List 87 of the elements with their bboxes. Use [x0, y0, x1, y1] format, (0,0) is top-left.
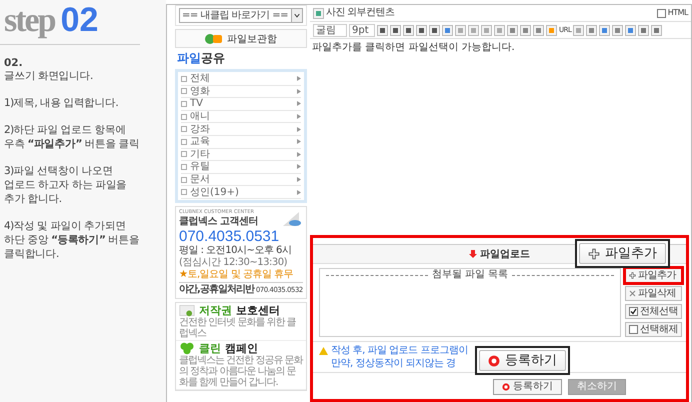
file-button[interactable]: 파일추가 — [625, 268, 682, 283]
insert-icon[interactable] — [625, 24, 636, 36]
size-select[interactable]: 9pt — [349, 24, 375, 36]
guide-text: 1)제목, 내용 입력합니다. — [4, 96, 120, 110]
warning-icon — [319, 347, 328, 355]
guide-text: 글쓰기 화면입니다. — [4, 69, 94, 83]
file-button[interactable]: 선택해제 — [625, 322, 682, 337]
file-button[interactable]: 파일삭제 — [625, 286, 682, 301]
arrow-icon — [297, 164, 301, 170]
category-item[interactable]: 성인(19+) — [181, 186, 301, 199]
caret-icon — [291, 9, 302, 22]
format-icon[interactable] — [533, 24, 544, 36]
category-item[interactable]: 애니 — [181, 110, 301, 124]
arrow-icon — [297, 190, 301, 195]
arrow-icon — [297, 177, 301, 182]
font-select[interactable]: 굴림 — [313, 24, 347, 36]
step-number: 02 — [60, 0, 98, 40]
document-icon — [179, 304, 195, 317]
storage-button[interactable]: 파일보관함 — [175, 29, 307, 48]
format-icon[interactable] — [403, 24, 414, 36]
format-icon[interactable] — [416, 24, 427, 36]
guide-text: 2)하단 파일 업로드 항목에 우측 “파일추가” 버튼을 클릭 — [4, 123, 140, 151]
category-item[interactable]: 기타 — [181, 148, 301, 162]
arrow-icon — [297, 76, 301, 82]
checkbox[interactable] — [629, 325, 638, 334]
notice-text: 작성 후, 파일 업로드 프로그램이 — [331, 344, 468, 357]
format-icon[interactable] — [442, 24, 453, 36]
checkbox[interactable] — [656, 8, 666, 18]
insert-icon[interactable] — [599, 24, 610, 36]
insert-icon[interactable] — [651, 24, 662, 36]
record-icon — [502, 383, 510, 391]
insert-icon[interactable] — [612, 24, 624, 36]
notice-text: 만약, 정상동작이 되지않는 경 — [331, 357, 457, 370]
clover-icon — [179, 342, 195, 355]
closed-days: ★토,일요일 및 공휴일 휴무 — [179, 268, 303, 281]
editor-content[interactable]: 파일추가를 클릭하면 파일선택이 가능합니다. — [310, 39, 691, 235]
photo-icon[interactable] — [313, 8, 324, 18]
quick-select[interactable]: == 내클립 바로가기 == — [179, 8, 303, 23]
promo-text: 클럽넥스는 건전한 정공유 문화의 정착과 아름다운 나눔의 문화를 함께 만들어 갑니다. — [179, 354, 303, 388]
category-item[interactable]: 강좌 — [181, 123, 301, 136]
category-item[interactable]: 전체 — [181, 73, 301, 86]
arrow-icon — [297, 88, 301, 94]
arrow-icon — [297, 114, 301, 120]
promo-text: 건전한 인터넷 문화를 위한 클럽넥스 — [179, 316, 297, 339]
category-item[interactable]: TV — [181, 98, 301, 111]
record-icon — [488, 354, 500, 366]
support-phone: 070.4035.0531 — [179, 228, 280, 245]
file-button[interactable]: 전체선택 — [625, 304, 682, 319]
emoticon-icon[interactable] — [546, 24, 557, 36]
format-icon[interactable] — [520, 24, 531, 36]
file-list-label: 첨부될 파일 목록 — [432, 269, 508, 281]
html-label: HTML — [668, 7, 688, 19]
plus-icon — [588, 248, 600, 260]
category-item[interactable]: 문서 — [181, 174, 301, 186]
guide-text: 4)작성 및 파일이 추가되면 하단 중앙 “등록하기” 버튼을 클릭합니다. — [4, 219, 140, 261]
section-heading: 파일공유 — [176, 51, 226, 66]
arrow-icon — [297, 101, 301, 106]
arrow-icon — [297, 126, 301, 132]
guide-text: 3)파일 선택창이 나오면 업로드 하고자 하는 파일을 추가 합니다. — [4, 164, 128, 206]
insert-icon[interactable] — [573, 24, 584, 36]
format-icon[interactable] — [429, 24, 440, 36]
download-icon — [469, 250, 477, 258]
support-title: 클럽넥스 고객센터 — [179, 216, 258, 228]
insert-icon[interactable] — [586, 24, 598, 36]
plus-icon — [629, 272, 636, 279]
step-word: step — [4, 1, 55, 41]
arrow-icon — [297, 139, 301, 144]
editor-tab[interactable]: 외부컨텐츠 — [347, 7, 394, 19]
insert-icon[interactable] — [638, 24, 650, 36]
lunch-hours: (점심시간 12:30~13:30) — [179, 256, 288, 269]
arrow-icon — [297, 152, 301, 157]
guide-heading: 02. — [4, 57, 24, 69]
promo-title: 저작권 보호센터 — [199, 304, 280, 317]
checkbox[interactable] — [629, 307, 638, 316]
cross-icon — [629, 290, 636, 297]
night-label: 야간,공휴일처리반 — [179, 284, 254, 296]
file-list[interactable]: 첨부될 파일 목록 — [319, 268, 621, 337]
support-hours: 평일 : 오전10시~오후 6시 — [179, 244, 292, 257]
format-icon[interactable] — [377, 24, 388, 36]
editor-tab[interactable]: 사진 — [326, 7, 345, 19]
format-icon[interactable] — [507, 24, 518, 36]
submit-button[interactable]: 등록하기 — [493, 379, 562, 395]
category-item[interactable]: 유틸 — [181, 161, 301, 174]
category-item[interactable]: 영화 — [181, 86, 301, 98]
category-item[interactable]: 교육 — [181, 136, 301, 149]
promo-title: 클린 캠페인 — [199, 342, 258, 355]
format-icon[interactable] — [390, 24, 401, 36]
